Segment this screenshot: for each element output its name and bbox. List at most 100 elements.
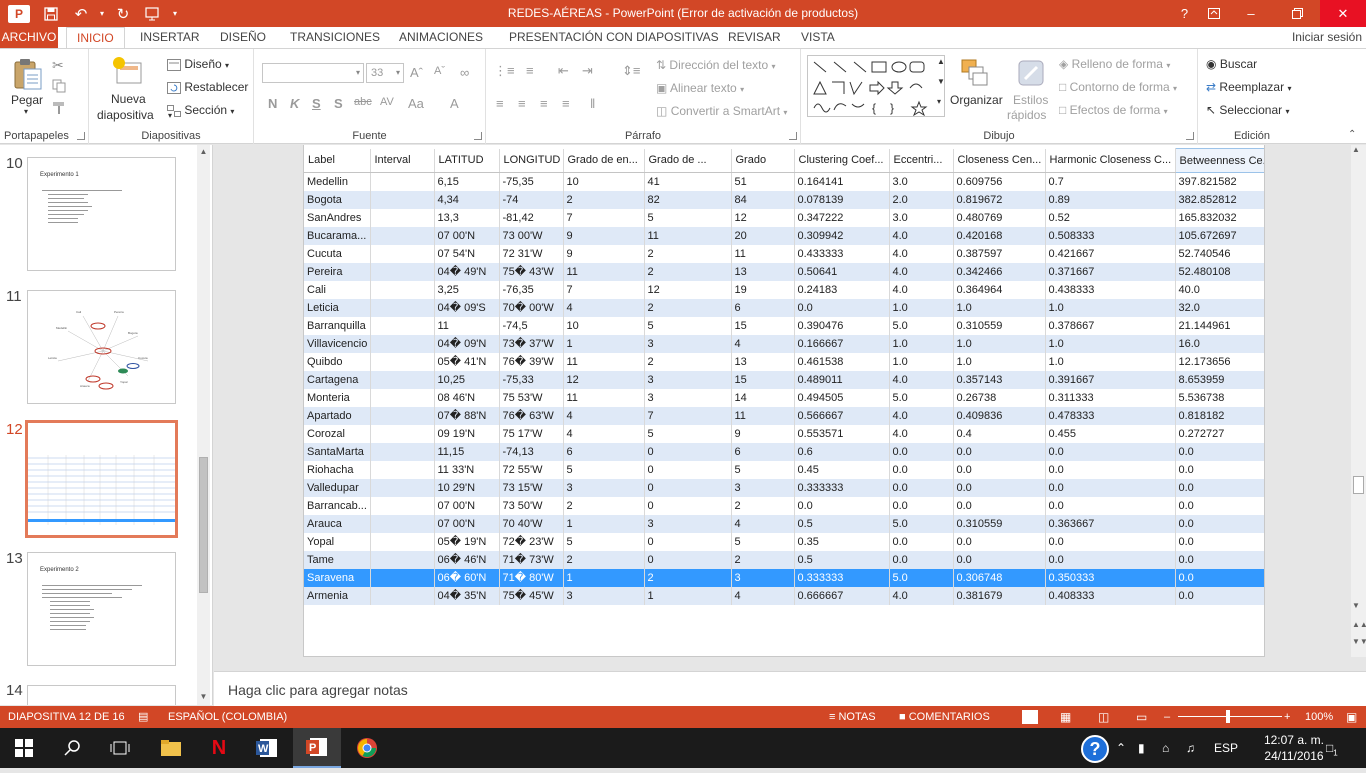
table-cell[interactable]: 41	[644, 172, 732, 191]
table-cell[interactable]: 2	[563, 190, 645, 209]
table-cell[interactable]: 73 50'W	[499, 496, 564, 515]
table-cell[interactable]: 0.391667	[1045, 370, 1176, 389]
table-cell[interactable]	[370, 190, 435, 209]
shapes-scroll-up-icon[interactable]: ▲	[937, 57, 945, 66]
table-cell[interactable]: 12	[644, 280, 732, 299]
table-cell[interactable]: 3	[644, 370, 732, 389]
table-cell[interactable]: 0.818182	[1175, 406, 1264, 425]
table-cell[interactable]: 3	[563, 478, 645, 497]
table-row[interactable]: Apartado 07� 88'N 76� 63'W 4 7 11 0.566667 4.0 0…	[304, 406, 1264, 425]
table-cell[interactable]: 11 33'N	[434, 460, 500, 479]
restore-icon[interactable]	[1274, 0, 1320, 27]
table-cell[interactable]: 0.0	[953, 496, 1046, 515]
table-cell[interactable]: 21.144961	[1175, 316, 1264, 335]
table-cell[interactable]: 0.333333	[794, 478, 890, 497]
table-cell[interactable]: 0.0	[1175, 442, 1264, 461]
table-cell[interactable]: -76,35	[499, 280, 564, 299]
volume-icon[interactable]: ♫	[1186, 728, 1195, 768]
table-cell[interactable]: 0.0	[1045, 478, 1176, 497]
table-cell[interactable]: -74	[499, 190, 564, 209]
paste-button[interactable]: Pegar	[11, 93, 43, 107]
table-cell[interactable]: 76� 63'W	[499, 406, 564, 425]
table-cell[interactable]: 9	[563, 244, 645, 263]
tab-inicio[interactable]: INICIO	[66, 27, 125, 49]
change-case-icon[interactable]: Aa	[408, 96, 424, 111]
table-row[interactable]: Arauca 07 00'N 70 40'W 1 3 4 0.5 5.0 0.310559 0.3…	[304, 514, 1264, 533]
table-row[interactable]: SanAndres 13,3 -81,42 7 5 12 0.347222 3.0 0.4807…	[304, 208, 1264, 227]
table-row[interactable]: Villavicencio 04� 09'N 73� 37'W 1 3 4 0.166667…	[304, 334, 1264, 353]
table-cell[interactable]: Yopal	[304, 532, 371, 551]
table-row[interactable]: Corozal 09 19'N 75 17'W 4 5 9 0.553571 4.0 0.4 0.…	[304, 424, 1264, 443]
table-cell[interactable]: 0.50641	[794, 262, 890, 281]
comments-toggle[interactable]: ■ COMENTARIOS	[899, 706, 990, 728]
column-header[interactable]: Grado de en...	[563, 148, 645, 173]
new-slide-label[interactable]: Nueva	[111, 92, 146, 106]
justify-icon[interactable]: ≡	[562, 96, 570, 111]
table-cell[interactable]: 9	[563, 226, 645, 245]
select-button[interactable]: ↖ Seleccionar ▾	[1206, 103, 1289, 117]
table-cell[interactable]: 14	[731, 388, 795, 407]
table-cell[interactable]: Leticia	[304, 298, 371, 317]
quick-styles-label[interactable]: Estilos	[1013, 93, 1048, 107]
reading-view-icon[interactable]: ◫	[1098, 706, 1109, 728]
table-cell[interactable]	[370, 532, 435, 551]
shape-outline-button[interactable]: □ Contorno de forma ▾	[1059, 80, 1177, 94]
table-row[interactable]: Saravena 06� 60'N 71� 80'W 1 2 3 0.333333 5.0 0.…	[304, 568, 1264, 587]
table-cell[interactable]: 71� 73'W	[499, 550, 564, 569]
table-cell[interactable]: 4.0	[889, 406, 954, 425]
table-cell[interactable]: 7	[563, 208, 645, 227]
table-row[interactable]: Armenia 04� 35'N 75� 45'W 3 1 4 0.666667 4.0 0.3…	[304, 586, 1264, 605]
paste-icon[interactable]	[12, 57, 44, 90]
table-cell[interactable]: 0.0	[1045, 532, 1176, 551]
table-cell[interactable]: 0.508333	[1045, 226, 1176, 245]
start-from-beginning-icon[interactable]	[138, 0, 168, 27]
table-cell[interactable]	[370, 262, 435, 281]
table-cell[interactable]: 0.4	[953, 424, 1046, 443]
table-cell[interactable]: 0.35	[794, 532, 890, 551]
table-cell[interactable]: 0.819672	[953, 190, 1046, 209]
table-cell[interactable]: 0.0	[1045, 442, 1176, 461]
cut-icon[interactable]: ✂	[52, 57, 64, 74]
save-icon[interactable]	[36, 0, 66, 27]
table-cell[interactable]: 0.166667	[794, 334, 890, 353]
table-cell[interactable]: 4.0	[889, 262, 954, 281]
shape-effects-button[interactable]: □ Efectos de forma ▾	[1059, 103, 1168, 117]
table-cell[interactable]: 0.0	[1175, 496, 1264, 515]
table-cell[interactable]: 6	[731, 442, 795, 461]
table-cell[interactable]: 0.666667	[794, 586, 890, 605]
zoom-slider-track[interactable]	[1178, 716, 1282, 717]
clock[interactable]: 12:07 a. m. 24/11/2016	[1264, 732, 1324, 764]
slideshow-icon[interactable]: ▭	[1136, 706, 1147, 728]
table-cell[interactable]: 1	[644, 586, 732, 605]
table-cell[interactable]	[370, 442, 435, 461]
table-cell[interactable]: 07 54'N	[434, 244, 500, 263]
table-cell[interactable]: 0.0	[953, 550, 1046, 569]
column-header[interactable]: LATITUD	[434, 148, 500, 173]
table-cell[interactable]: Bucarama...	[304, 226, 371, 245]
table-cell[interactable]	[370, 460, 435, 479]
table-cell[interactable]: 1.0	[953, 298, 1046, 317]
table-cell[interactable]: 3	[731, 568, 795, 587]
table-cell[interactable]: 3	[644, 514, 732, 533]
table-cell[interactable]: 0.5	[794, 514, 890, 533]
table-cell[interactable]: 4.0	[889, 370, 954, 389]
shrink-font-icon[interactable]: Aˇ	[434, 65, 445, 77]
table-cell[interactable]: 0.52	[1045, 208, 1176, 227]
table-cell[interactable]: 0.381679	[953, 586, 1046, 605]
table-cell[interactable]: 2	[644, 262, 732, 281]
table-cell[interactable]: 0	[644, 460, 732, 479]
next-slide-icon[interactable]: ▼▼	[1352, 637, 1366, 646]
table-cell[interactable]: 0.461538	[794, 352, 890, 371]
table-cell[interactable]: 13	[731, 352, 795, 371]
table-cell[interactable]: 75 17'W	[499, 424, 564, 443]
table-cell[interactable]: 32.0	[1175, 298, 1264, 317]
table-cell[interactable]: 0.0	[1175, 514, 1264, 533]
zoom-in-icon[interactable]: +	[1284, 706, 1290, 728]
table-cell[interactable]: 165.832032	[1175, 208, 1264, 227]
table-cell[interactable]: 0.310559	[953, 316, 1046, 335]
table-cell[interactable]: 0.309942	[794, 226, 890, 245]
tab-transiciones[interactable]: TRANSICIONES	[290, 27, 380, 48]
table-cell[interactable]: 07 00'N	[434, 226, 500, 245]
powerpoint-taskbar-icon[interactable]: P	[293, 728, 341, 768]
table-cell[interactable]: 0.26738	[953, 388, 1046, 407]
